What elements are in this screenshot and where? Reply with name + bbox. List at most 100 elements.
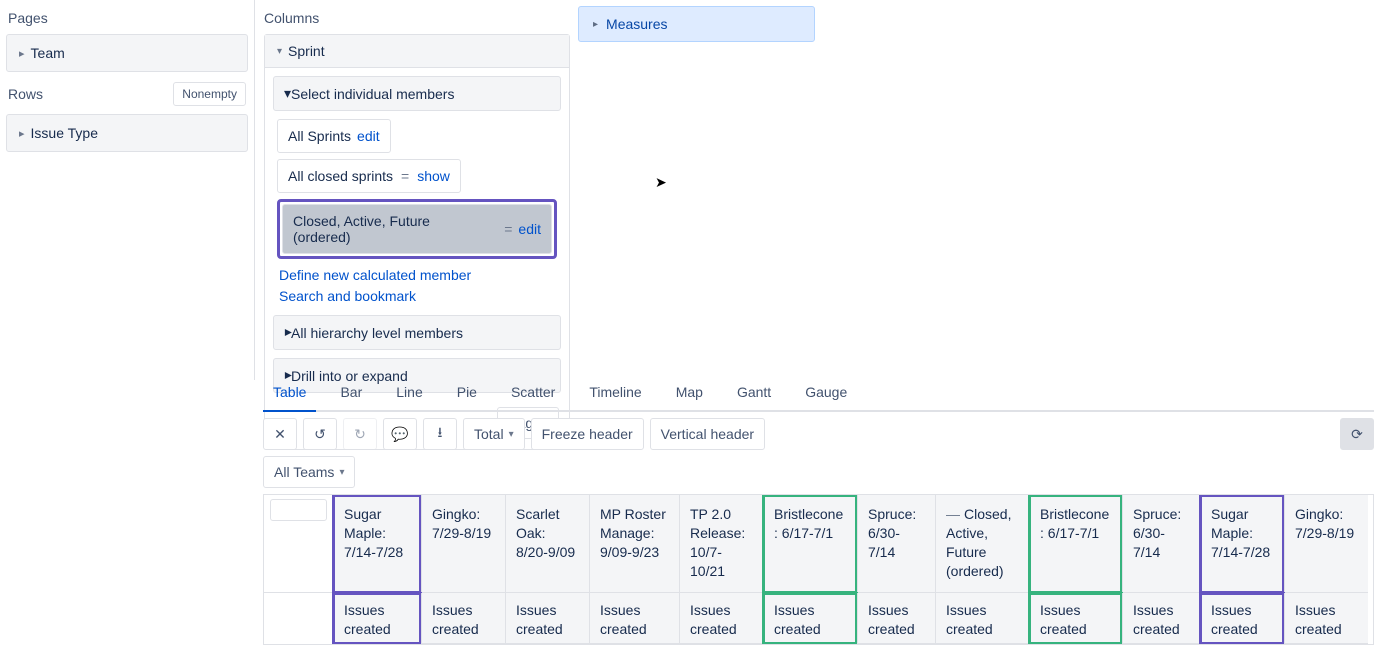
column-header[interactable]: Sugar Maple: 7/14-7/28: [1200, 495, 1284, 593]
eq-sign: =: [504, 221, 512, 237]
column-subheader[interactable]: Issues created: [589, 593, 679, 644]
results-area: Table Bar Line Pie Scatter Timeline Map Gantt Ga…: [263, 378, 1374, 645]
column-header[interactable]: Gingko: 7/29-8/19: [421, 495, 505, 593]
result-grid: Sugar Maple: 7/14-7/28Gingko: 7/29-8/19S…: [263, 494, 1374, 645]
column-header[interactable]: Spruce: 6/30-7/14: [1122, 495, 1200, 593]
rows-label-text: Rows: [8, 86, 43, 102]
column-subheader[interactable]: Issues created: [1200, 593, 1284, 644]
column-subheader[interactable]: Issues created: [1122, 593, 1200, 644]
pages-label-text: Pages: [8, 10, 48, 26]
chevron-right-icon: ▸: [593, 19, 598, 30]
define-calculated-link[interactable]: Define new calculated member: [277, 265, 557, 286]
column-header[interactable]: TP 2.0 Release: 10/7-10/21: [679, 495, 763, 593]
column-header[interactable]: Sugar Maple: 7/14-7/28: [333, 495, 421, 593]
selected-member-text: Closed, Active, Future (ordered): [293, 213, 433, 245]
column-header[interactable]: Gingko: 7/29-8/19: [1284, 495, 1368, 593]
undo-button[interactable]: ↺: [303, 418, 337, 450]
comment-icon: 💬: [391, 426, 408, 443]
search-bookmark-link[interactable]: Search and bookmark: [277, 286, 557, 307]
all-sprints-edit-link[interactable]: edit: [357, 128, 380, 144]
select-members-text: Select individual members: [291, 86, 454, 102]
column-subheader[interactable]: Issues created: [333, 593, 421, 644]
hierarchy-members-row[interactable]: ▾ All hierarchy level members: [273, 315, 561, 350]
viz-tab-pie[interactable]: Pie: [447, 378, 487, 410]
selected-member-highlight: Closed, Active, Future (ordered) = edit: [277, 199, 557, 259]
column-subheader[interactable]: Issues created: [505, 593, 589, 644]
column-header[interactable]: Bristlecone: 6/17-7/1: [763, 495, 857, 593]
select-members-header[interactable]: ▾ Select individual members: [273, 76, 561, 111]
grid-sub-row: Issues createdIssues createdIssues creat…: [263, 593, 1373, 644]
refresh-button[interactable]: ⟳: [1340, 418, 1374, 450]
freeze-header-button[interactable]: Freeze header: [531, 418, 644, 450]
chevron-down-icon: ▾: [509, 429, 514, 440]
comment-button[interactable]: 💬: [383, 418, 417, 450]
nonempty-badge[interactable]: Nonempty: [173, 82, 246, 106]
column-header[interactable]: Spruce: 6/30-7/14: [857, 495, 935, 593]
eq-sign: =: [401, 168, 409, 184]
member-closed-active-future[interactable]: Closed, Active, Future (ordered) = edit: [282, 204, 552, 254]
collapse-icon[interactable]: —: [946, 506, 960, 522]
measures-box[interactable]: ▸ Measures: [578, 6, 815, 42]
column-header[interactable]: MP Roster Manage: 9/09-9/23: [589, 495, 679, 593]
refresh-icon: ⟳: [1351, 426, 1363, 443]
columns-label: Columns: [264, 0, 570, 34]
column-subheader[interactable]: Issues created: [857, 593, 935, 644]
column-subheader[interactable]: Issues created: [1029, 593, 1122, 644]
selected-edit-link[interactable]: edit: [518, 221, 541, 237]
member-all-sprints[interactable]: All Sprints edit: [277, 119, 391, 153]
measures-label: Measures: [606, 16, 667, 32]
column-subheader[interactable]: Issues created: [763, 593, 857, 644]
viz-tab-table[interactable]: Table: [263, 378, 316, 412]
viz-tab-gantt[interactable]: Gantt: [727, 378, 781, 410]
shuffle-button[interactable]: ✕: [263, 418, 297, 450]
rows-issuetype-pill[interactable]: ▸ Issue Type: [6, 114, 248, 152]
total-label: Total: [474, 426, 504, 442]
viz-tab-scatter[interactable]: Scatter: [501, 378, 565, 410]
chevron-down-icon: ▾: [277, 46, 282, 57]
rows-section-label: Rows Nonempty: [6, 72, 248, 114]
viz-tab-gauge[interactable]: Gauge: [795, 378, 857, 410]
pages-team-pill[interactable]: ▸ Team: [6, 34, 248, 72]
chevron-right-icon: ▾: [279, 329, 296, 336]
total-dropdown[interactable]: Total ▾: [463, 418, 525, 450]
chevron-down-icon: ▾: [284, 85, 291, 102]
chevron-down-icon: ▾: [339, 467, 344, 478]
teams-label: All Teams: [274, 464, 334, 480]
vertical-header-button[interactable]: Vertical header: [650, 418, 765, 450]
sprint-header-text: Sprint: [288, 43, 325, 59]
column-subheader[interactable]: Issues created: [421, 593, 505, 644]
cursor-icon: ➤: [655, 174, 667, 191]
column-header[interactable]: Bristlecone: 6/17-7/1: [1029, 495, 1122, 593]
leading-corner: [263, 495, 333, 593]
column-header[interactable]: —Closed, Active, Future (ordered): [935, 495, 1029, 593]
results-toolbar: ✕ ↺ ↻ 💬 ⭳ Total ▾ Freeze header Vertical…: [263, 418, 1374, 450]
members-list: All Sprints edit All closed sprints = sh…: [273, 119, 561, 307]
viz-tab-bar[interactable]: Bar: [330, 378, 372, 410]
redo-button[interactable]: ↻: [343, 418, 377, 450]
left-panel: Pages ▸ Team Rows Nonempty ▸ Issue Type: [0, 0, 255, 380]
viz-tab-timeline[interactable]: Timeline: [579, 378, 651, 410]
viz-tab-map[interactable]: Map: [666, 378, 713, 410]
member-all-closed[interactable]: All closed sprints = show: [277, 159, 461, 193]
chevron-right-icon: ▸: [19, 127, 25, 140]
teams-filter-row: All Teams ▾: [263, 456, 1374, 488]
redo-icon: ↻: [354, 426, 366, 443]
column-subheader[interactable]: Issues created: [1284, 593, 1368, 644]
all-closed-show-link[interactable]: show: [417, 168, 450, 184]
column-subheader[interactable]: Issues created: [679, 593, 763, 644]
calc-member-links: Define new calculated member Search and …: [277, 265, 557, 307]
teams-dropdown[interactable]: All Teams ▾: [263, 456, 355, 488]
pages-section-label: Pages: [6, 0, 248, 34]
column-subheader[interactable]: Issues created: [935, 593, 1029, 644]
leading-sub: [263, 593, 333, 644]
sprint-header[interactable]: ▾ Sprint: [265, 35, 569, 68]
hierarchy-text: All hierarchy level members: [291, 325, 463, 341]
undo-icon: ↺: [314, 426, 326, 443]
column-header[interactable]: Scarlet Oak: 8/20-9/09: [505, 495, 589, 593]
issue-type-label: Issue Type: [31, 125, 98, 141]
grid-header-row: Sugar Maple: 7/14-7/28Gingko: 7/29-8/19S…: [263, 495, 1373, 593]
download-icon: ⭳: [438, 422, 443, 446]
viz-tab-line[interactable]: Line: [386, 378, 432, 410]
download-button[interactable]: ⭳: [423, 418, 457, 450]
viz-tabs: Table Bar Line Pie Scatter Timeline Map Gantt Ga…: [263, 378, 1374, 412]
